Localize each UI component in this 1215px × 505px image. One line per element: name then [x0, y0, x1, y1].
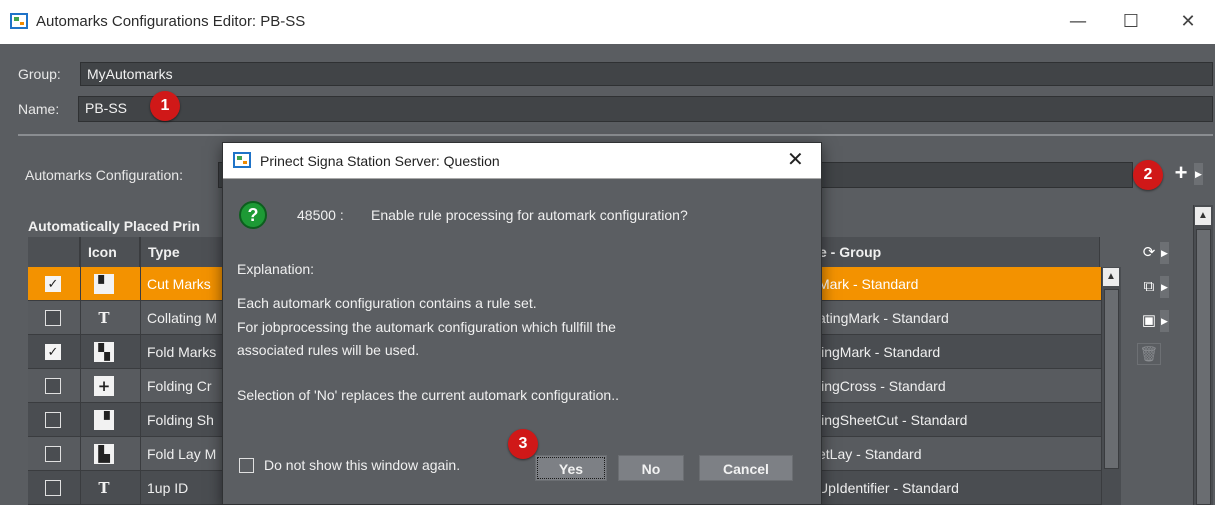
scroll-thumb[interactable] — [1196, 229, 1211, 505]
oneup-id-icon: T — [98, 479, 110, 497]
column-header-icon[interactable]: Icon — [80, 237, 140, 267]
scroll-up-icon[interactable]: ▲ — [1195, 207, 1211, 225]
row-checkbox[interactable] — [45, 378, 61, 394]
close-button[interactable]: ✕ — [1165, 0, 1211, 44]
maximize-button[interactable]: ☐ — [1108, 0, 1154, 44]
collating-mark-icon: T — [98, 309, 110, 327]
row-name-group: lingCross - Standard — [818, 378, 946, 394]
dialog-title: Prinect Signa Station Server: Question — [260, 153, 500, 169]
app-icon — [10, 13, 28, 29]
name-label: Name: — [18, 101, 60, 117]
explanation-line-3: associated rules will be used. — [237, 342, 420, 358]
row-checkbox[interactable] — [45, 480, 61, 496]
app-icon — [233, 152, 251, 168]
row-checkbox[interactable] — [45, 310, 61, 326]
refresh-icon[interactable]: ⟳ — [1137, 242, 1161, 264]
delete-icon[interactable]: 🗑 — [1137, 343, 1161, 365]
fold-lay-mark-icon: ▙ — [94, 444, 114, 464]
row-type: Cut Marks — [147, 276, 211, 292]
add-menu-arrow-icon[interactable]: ▶ — [1194, 163, 1203, 185]
row-name-group: lingMark - Standard — [818, 344, 941, 360]
explanation-line-1: Each automark configuration contains a r… — [237, 295, 537, 311]
column-header-check — [28, 237, 80, 267]
row-checkbox[interactable] — [45, 446, 61, 462]
automarks-config-label: Automarks Configuration: — [25, 167, 183, 183]
fold-marks-icon: ▚ — [94, 342, 114, 362]
group-field[interactable]: MyAutomarks — [80, 62, 1213, 86]
panel-scrollbar[interactable]: ▲ — [1193, 205, 1213, 505]
yes-button[interactable]: Yes — [535, 455, 607, 481]
explanation-line-4: Selection of 'No' replaces the current a… — [237, 387, 619, 403]
minimize-button[interactable]: — — [1055, 0, 1101, 44]
row-name-group: UpIdentifier - Standard — [818, 480, 959, 496]
dialog-titlebar: Prinect Signa Station Server: Question ✕ — [223, 143, 821, 179]
row-type: Collating M — [147, 310, 218, 326]
dont-show-label[interactable]: Do not show this window again. — [264, 457, 460, 473]
column-header-name-group[interactable]: e - Group — [810, 237, 1100, 267]
row-type: 1up ID — [147, 480, 189, 496]
question-dialog: Prinect Signa Station Server: Question ✕… — [222, 142, 822, 505]
divider — [18, 134, 1213, 136]
dialog-close-button[interactable]: ✕ — [787, 147, 804, 171]
window-title: Automarks Configurations Editor: PB-SS — [36, 13, 306, 30]
folding-sheet-cut-icon: ▝ — [94, 410, 114, 430]
column-divider — [80, 237, 81, 505]
table-scrollbar[interactable]: ▲ — [1101, 267, 1121, 505]
name-field[interactable]: PB-SS — [78, 96, 1213, 122]
row-name-group: atingMark - Standard — [818, 310, 949, 326]
row-name-group: lingSheetCut - Standard — [818, 412, 968, 428]
row-name-group: etLay - Standard — [818, 446, 922, 462]
explanation-line-2: For jobprocessing the automark configura… — [237, 319, 616, 335]
question-code: 48500 : — [297, 207, 344, 223]
scroll-thumb[interactable] — [1104, 289, 1119, 469]
callout-badge-3: 3 — [508, 429, 538, 459]
cancel-button[interactable]: Cancel — [699, 455, 793, 481]
no-button[interactable]: No — [618, 455, 684, 481]
import-menu-arrow-icon[interactable]: ▶ — [1160, 276, 1169, 298]
explanation-label: Explanation: — [237, 261, 315, 277]
import-icon[interactable]: ⧉ — [1137, 276, 1161, 298]
row-type: Fold Lay M — [147, 446, 217, 462]
row-checkbox[interactable]: ✓ — [45, 344, 61, 360]
question-text: Enable rule processing for automark conf… — [371, 207, 688, 223]
row-checkbox[interactable]: ✓ — [45, 276, 61, 292]
row-name-group: Mark - Standard — [818, 276, 919, 292]
cut-marks-icon: ▘ — [94, 274, 114, 294]
row-type: Folding Cr — [147, 378, 212, 394]
row-type: Folding Sh — [147, 412, 214, 428]
scroll-up-icon[interactable]: ▲ — [1103, 268, 1119, 286]
window-titlebar: Automarks Configurations Editor: PB-SS —… — [0, 0, 1215, 44]
dont-show-checkbox[interactable] — [239, 458, 254, 473]
export-icon[interactable]: ▣ — [1137, 310, 1161, 332]
callout-badge-1: 1 — [150, 91, 180, 121]
question-icon: ? — [239, 201, 267, 229]
export-menu-arrow-icon[interactable]: ▶ — [1160, 310, 1169, 332]
row-type: Fold Marks — [147, 344, 217, 360]
section-title: Automatically Placed Prin — [28, 218, 200, 234]
refresh-menu-arrow-icon[interactable]: ▶ — [1160, 242, 1169, 264]
group-label: Group: — [18, 66, 61, 82]
add-icon[interactable]: + — [1168, 162, 1194, 186]
callout-badge-2: 2 — [1133, 160, 1163, 190]
row-checkbox[interactable] — [45, 412, 61, 428]
folding-cross-icon: + — [94, 376, 114, 396]
column-divider — [140, 237, 141, 505]
